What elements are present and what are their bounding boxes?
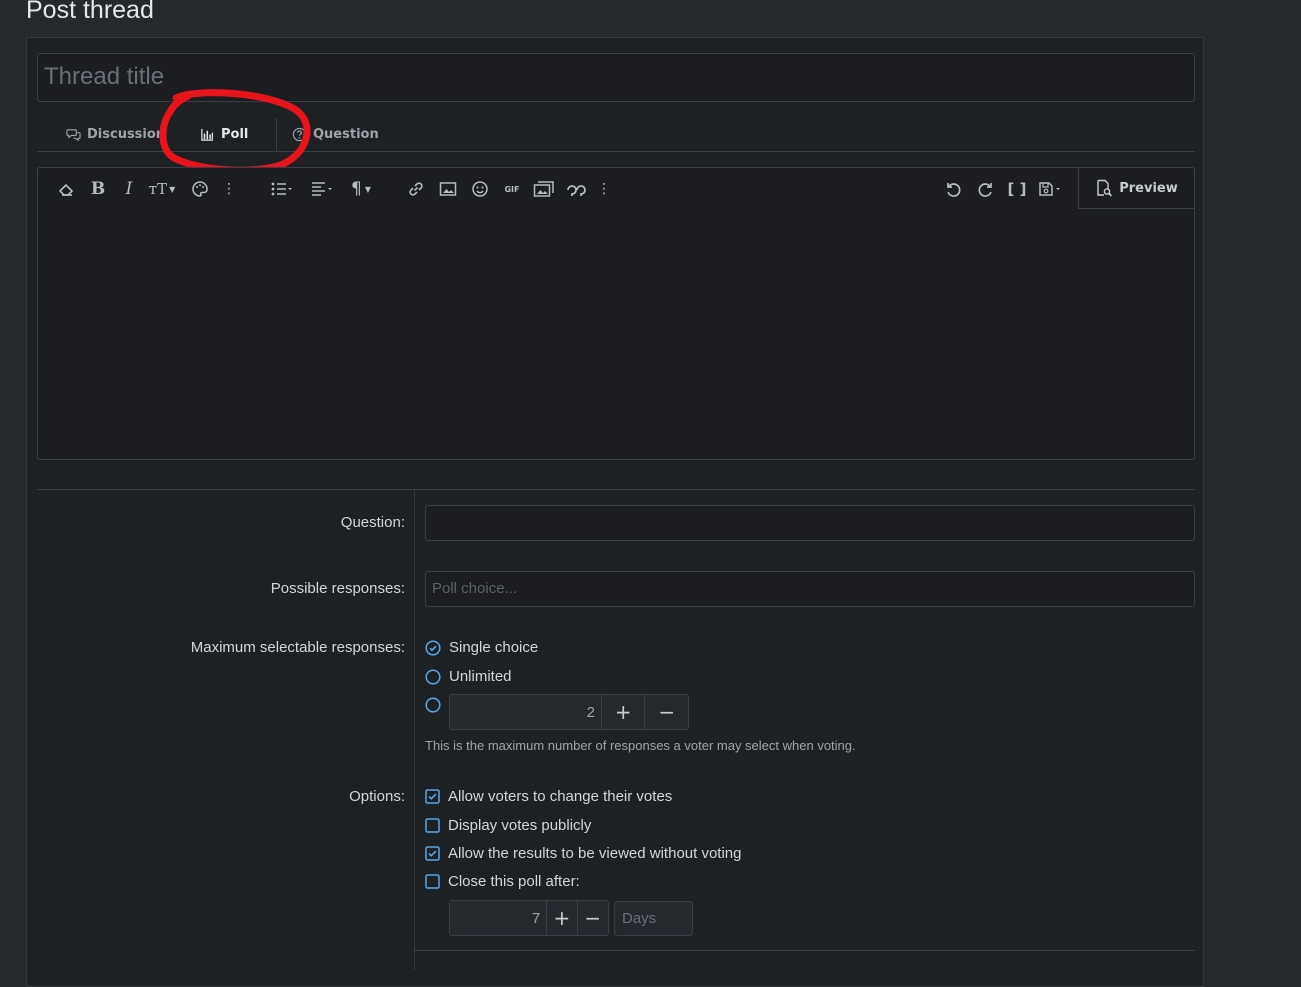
close-poll-after-checkbox[interactable]: Close this poll after: xyxy=(425,873,580,890)
view-results-without-voting-checkbox[interactable]: Allow the results to be viewed without v… xyxy=(425,845,742,862)
editor-toolbar: B I тТ ▼ ⋮ ¶ ▼ GIF ⋮ [] xyxy=(38,168,1194,209)
tab-discussion-label: Discussion xyxy=(87,127,166,142)
view-results-without-voting-label: Allow the results to be viewed without v… xyxy=(448,845,742,862)
form-bottom-divider xyxy=(414,950,1195,951)
radio-unchecked-icon xyxy=(425,697,441,713)
radio-unchecked-icon xyxy=(425,668,441,685)
close-poll-after-label: Close this poll after: xyxy=(448,873,580,890)
checkbox-unchecked-icon xyxy=(425,874,440,889)
palette-icon[interactable] xyxy=(190,179,210,199)
close-poll-unit-select[interactable]: Days xyxy=(614,901,693,936)
max-responses-stepper: 2 + − xyxy=(449,694,689,730)
image-icon[interactable] xyxy=(438,179,458,199)
gif-icon[interactable]: GIF xyxy=(502,179,522,199)
max-responses-label: Maximum selectable responses: xyxy=(190,639,405,656)
display-votes-publicly-checkbox[interactable]: Display votes publicly xyxy=(425,817,591,834)
undo-icon[interactable] xyxy=(942,179,964,199)
text-size-icon[interactable]: тТ ▼ xyxy=(146,179,178,199)
allow-change-votes-label: Allow voters to change their votes xyxy=(448,788,673,805)
tab-discussion[interactable]: Discussion xyxy=(66,118,165,151)
more-vertical-icon[interactable]: ⋮ xyxy=(222,179,236,199)
message-editor[interactable]: B I тТ ▼ ⋮ ¶ ▼ GIF ⋮ [] Preview xyxy=(37,167,1195,460)
poll-choice-input[interactable]: Poll choice... xyxy=(425,571,1195,607)
paragraph-icon[interactable]: ¶ ▼ xyxy=(345,179,377,199)
more-vertical-icon-2[interactable]: ⋮ xyxy=(597,179,611,199)
red-circle-annotation xyxy=(159,89,311,174)
bold-icon[interactable]: B xyxy=(90,179,106,199)
unlimited-label: Unlimited xyxy=(449,668,512,685)
italic-icon[interactable]: I xyxy=(121,179,137,199)
poll-question-input[interactable] xyxy=(425,505,1195,541)
options-label: Options: xyxy=(349,788,405,805)
tab-question-label: Question xyxy=(313,127,379,142)
display-votes-publicly-label: Display votes publicly xyxy=(448,817,592,834)
form-column-divider xyxy=(414,490,415,970)
close-poll-value[interactable]: 7 xyxy=(450,901,548,935)
max-responses-hint: This is the maximum number of responses … xyxy=(425,738,856,753)
decrement-button[interactable]: − xyxy=(645,695,688,729)
page-title: Post thread xyxy=(26,0,154,24)
close-decrement-button[interactable]: − xyxy=(578,901,608,935)
checkbox-unchecked-icon xyxy=(425,818,440,833)
form-divider xyxy=(37,489,1195,490)
close-poll-stepper: 7 + − xyxy=(449,900,609,936)
comments-icon xyxy=(66,129,81,142)
eraser-icon[interactable] xyxy=(56,179,76,199)
link-icon[interactable] xyxy=(406,179,426,199)
list-icon[interactable] xyxy=(266,179,298,199)
custom-limit-radio[interactable] xyxy=(425,697,449,713)
preview-label: Preview xyxy=(1119,180,1178,196)
close-increment-button[interactable]: + xyxy=(547,901,578,935)
preview-button[interactable]: Preview xyxy=(1078,168,1194,209)
single-choice-radio[interactable]: Single choice xyxy=(425,639,538,656)
media-icon[interactable] xyxy=(532,179,556,199)
single-choice-label: Single choice xyxy=(449,639,539,656)
radio-checked-icon xyxy=(425,639,441,656)
brackets-icon[interactable]: [ ] xyxy=(1006,179,1028,199)
max-responses-value[interactable]: 2 xyxy=(450,695,602,729)
increment-button[interactable]: + xyxy=(602,695,646,729)
question-label: Question: xyxy=(340,514,405,531)
possible-responses-label: Possible responses: xyxy=(270,580,405,597)
checkbox-checked-icon xyxy=(425,846,440,861)
allow-change-votes-checkbox[interactable]: Allow voters to change their votes xyxy=(425,788,672,805)
save-draft-icon[interactable] xyxy=(1036,179,1066,199)
checkbox-checked-icon xyxy=(425,789,440,804)
smile-icon[interactable] xyxy=(470,179,490,199)
quote-icon[interactable] xyxy=(565,179,587,199)
redo-icon[interactable] xyxy=(975,179,997,199)
unlimited-radio[interactable]: Unlimited xyxy=(425,668,512,685)
align-icon[interactable] xyxy=(306,179,338,199)
preview-icon xyxy=(1097,179,1113,197)
